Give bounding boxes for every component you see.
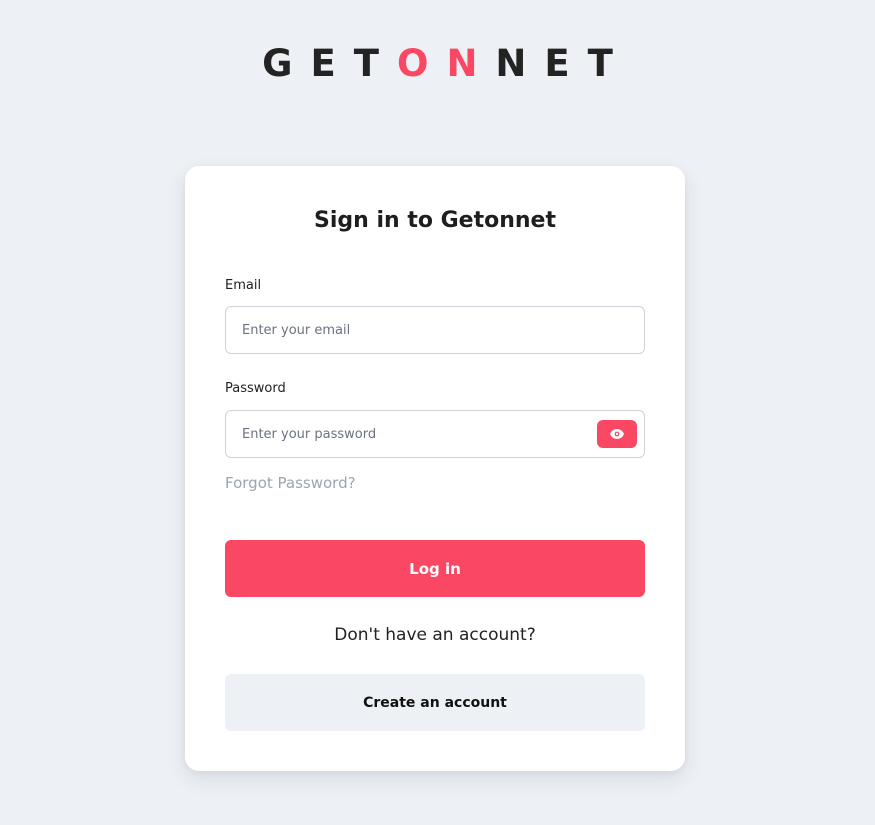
logo-part-on: ON — [396, 42, 496, 85]
email-input[interactable] — [226, 307, 644, 353]
email-label: Email — [225, 278, 262, 293]
login-button[interactable]: Log in — [225, 540, 645, 597]
logo-part-net: NET — [495, 42, 631, 85]
sign-in-title: Sign in to Getonnet — [314, 208, 556, 233]
toggle-password-visibility-button[interactable] — [597, 420, 637, 448]
eye-icon — [610, 429, 624, 439]
forgot-password-link[interactable]: Forgot Password? — [225, 474, 356, 492]
email-field-container — [225, 306, 645, 354]
sign-in-card: Sign in to Getonnet Email Password Forgo… — [185, 166, 685, 771]
password-label: Password — [225, 381, 286, 396]
no-account-text: Don't have an account? — [334, 625, 536, 645]
password-field-container — [225, 410, 645, 458]
logo-part-get: GET — [262, 42, 397, 85]
password-input[interactable] — [226, 411, 644, 457]
logo: GETONNET — [0, 44, 875, 84]
create-account-button[interactable]: Create an account — [225, 674, 645, 731]
